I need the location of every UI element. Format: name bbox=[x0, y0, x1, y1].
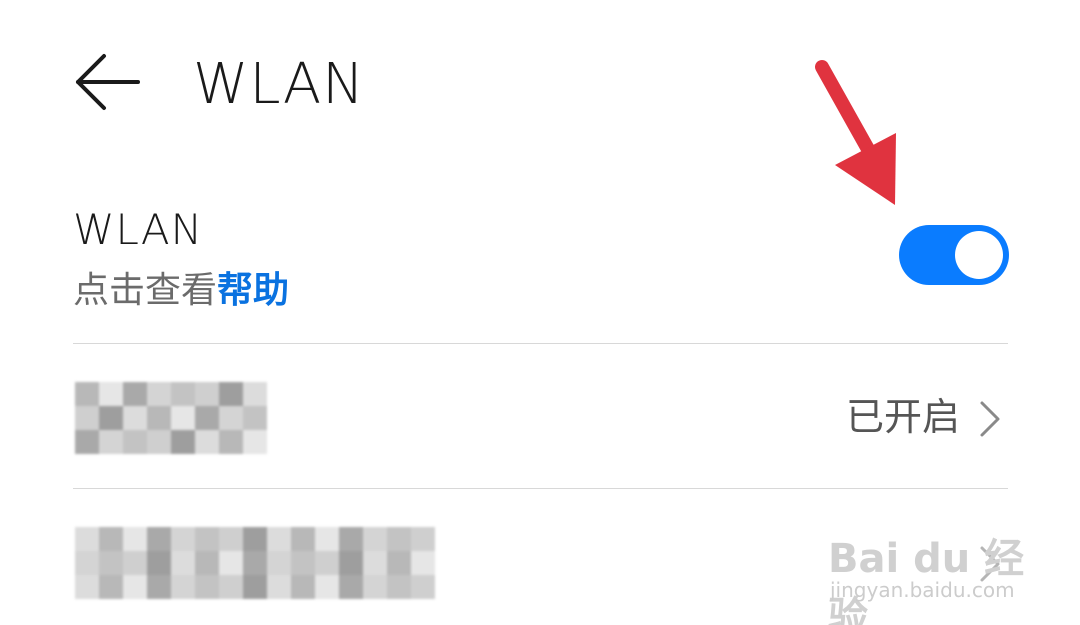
wlan-row-title: WLAN bbox=[73, 205, 204, 254]
redaction-pixel bbox=[387, 551, 411, 575]
redaction-pixel bbox=[123, 406, 147, 430]
redaction-pixel bbox=[147, 382, 171, 406]
redacted-label bbox=[75, 527, 435, 599]
redaction-pixel bbox=[171, 382, 195, 406]
redaction-pixel bbox=[123, 382, 147, 406]
redaction-pixel bbox=[195, 551, 219, 575]
redaction-pixel bbox=[291, 575, 315, 599]
page-title: WLAN bbox=[193, 52, 366, 117]
redaction-pixel bbox=[147, 551, 171, 575]
redaction-pixel bbox=[291, 527, 315, 551]
redaction-pixel bbox=[99, 527, 123, 551]
redacted-label bbox=[75, 382, 267, 454]
redaction-pixel bbox=[147, 527, 171, 551]
redaction-pixel bbox=[171, 406, 195, 430]
subtitle-prefix: 点击查看 bbox=[73, 270, 218, 311]
redaction-pixel bbox=[219, 551, 243, 575]
redaction-pixel bbox=[315, 551, 339, 575]
redaction-pixel bbox=[75, 406, 99, 430]
redaction-pixel bbox=[315, 527, 339, 551]
redaction-pixel bbox=[171, 430, 195, 454]
redaction-pixel bbox=[219, 406, 243, 430]
baidu-jingyan-watermark: Bai du 经验 jingyan.baidu.com bbox=[828, 512, 1028, 625]
redaction-pixel bbox=[123, 575, 147, 599]
redaction-pixel bbox=[267, 527, 291, 551]
redaction-pixel bbox=[339, 527, 363, 551]
toggle-knob bbox=[955, 231, 1003, 279]
redaction-pixel bbox=[99, 575, 123, 599]
redaction-pixel bbox=[171, 575, 195, 599]
redaction-pixel bbox=[75, 551, 99, 575]
redaction-pixel bbox=[411, 551, 435, 575]
redaction-pixel bbox=[267, 575, 291, 599]
redaction-pixel bbox=[243, 382, 267, 406]
redaction-pixel bbox=[243, 406, 267, 430]
watermark-logo: Bai du 经验 bbox=[828, 536, 1025, 625]
divider bbox=[73, 343, 1008, 344]
redaction-pixel bbox=[219, 527, 243, 551]
redaction-pixel bbox=[75, 382, 99, 406]
redaction-pixel bbox=[363, 551, 387, 575]
row-status-value: 已开启 bbox=[845, 395, 960, 439]
redaction-pixel bbox=[99, 551, 123, 575]
redaction-pixel bbox=[411, 575, 435, 599]
redaction-pixel bbox=[195, 382, 219, 406]
redaction-pixel bbox=[243, 430, 267, 454]
redaction-pixel bbox=[195, 575, 219, 599]
redaction-pixel bbox=[363, 575, 387, 599]
help-link[interactable]: 帮助 bbox=[217, 270, 289, 311]
redaction-pixel bbox=[219, 575, 243, 599]
redaction-pixel bbox=[243, 551, 267, 575]
redaction-pixel bbox=[195, 406, 219, 430]
redaction-pixel bbox=[339, 551, 363, 575]
redaction-pixel bbox=[387, 527, 411, 551]
redaction-pixel bbox=[123, 551, 147, 575]
redaction-pixel bbox=[171, 527, 195, 551]
redaction-pixel bbox=[243, 527, 267, 551]
back-button[interactable] bbox=[66, 40, 150, 124]
red-arrow-down-icon bbox=[815, 60, 896, 205]
redaction-pixel bbox=[291, 551, 315, 575]
redaction-pixel bbox=[99, 382, 123, 406]
wlan-settings-screen: WLAN WLAN 点击查看帮助 已开启 Bai du 经验 jingyan.b… bbox=[0, 0, 1080, 625]
redaction-pixel bbox=[195, 527, 219, 551]
redaction-pixel bbox=[75, 430, 99, 454]
wlan-toggle-switch[interactable] bbox=[899, 225, 1009, 285]
redaction-pixel bbox=[315, 575, 339, 599]
redaction-pixel bbox=[387, 575, 411, 599]
redaction-pixel bbox=[147, 406, 171, 430]
redaction-pixel bbox=[123, 527, 147, 551]
redaction-pixel bbox=[219, 382, 243, 406]
redaction-pixel bbox=[147, 575, 171, 599]
redaction-pixel bbox=[243, 575, 267, 599]
redaction-pixel bbox=[339, 575, 363, 599]
chevron-right-icon bbox=[980, 401, 1000, 437]
redaction-pixel bbox=[171, 551, 195, 575]
redaction-pixel bbox=[363, 527, 387, 551]
redaction-pixel bbox=[75, 575, 99, 599]
redaction-pixel bbox=[147, 430, 171, 454]
redaction-pixel bbox=[267, 551, 291, 575]
watermark-url: jingyan.baidu.com bbox=[830, 578, 1015, 602]
redaction-pixel bbox=[75, 527, 99, 551]
redaction-pixel bbox=[411, 527, 435, 551]
redaction-pixel bbox=[123, 430, 147, 454]
redaction-pixel bbox=[99, 430, 123, 454]
redaction-pixel bbox=[99, 406, 123, 430]
redaction-pixel bbox=[195, 430, 219, 454]
divider bbox=[73, 488, 1008, 489]
wlan-row-subtitle: 点击查看帮助 bbox=[73, 266, 289, 316]
redaction-pixel bbox=[219, 430, 243, 454]
arrow-left-icon bbox=[76, 54, 140, 110]
